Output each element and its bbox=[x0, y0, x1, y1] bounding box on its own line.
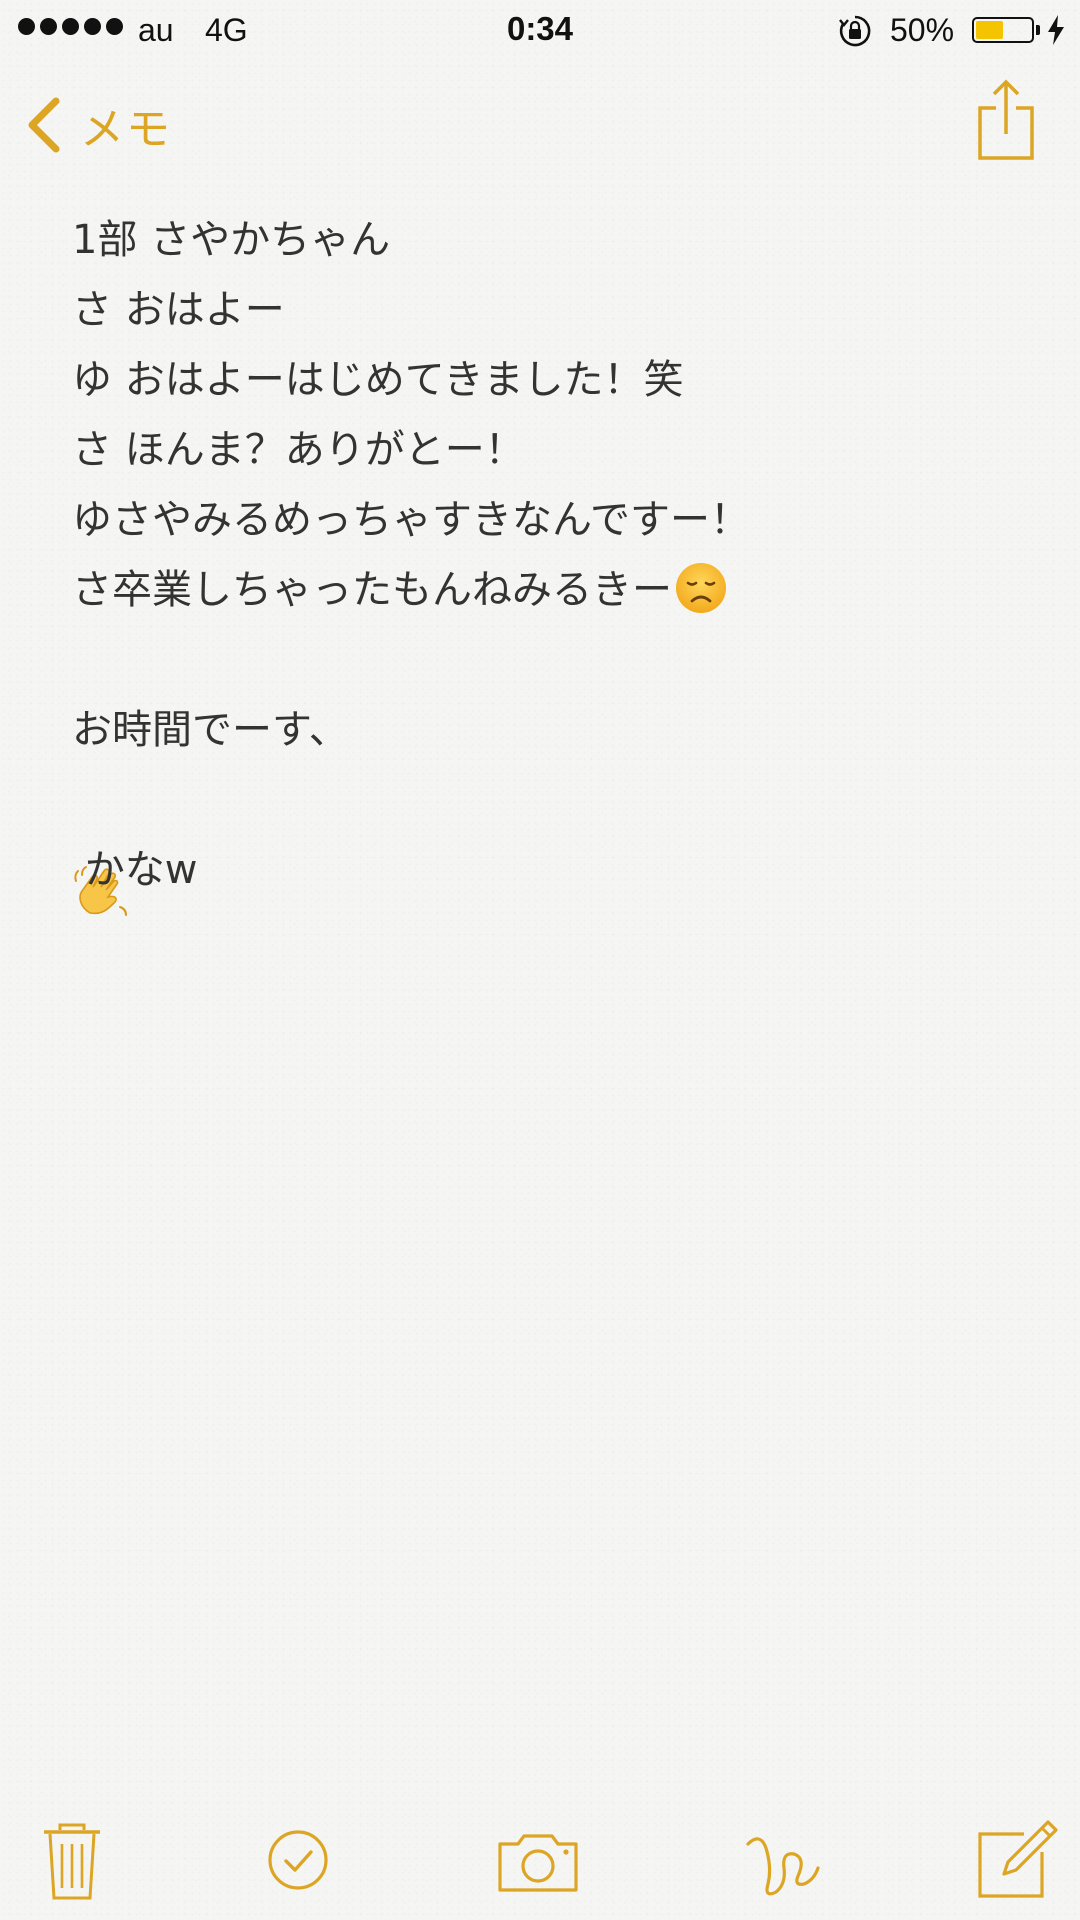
delete-button[interactable] bbox=[30, 1818, 114, 1902]
compose-icon bbox=[978, 1820, 1058, 1898]
checklist-button[interactable] bbox=[256, 1818, 340, 1902]
back-button[interactable]: メモ bbox=[22, 90, 172, 160]
sketch-button[interactable] bbox=[740, 1818, 824, 1902]
camera-icon bbox=[498, 1834, 578, 1892]
camera-button[interactable] bbox=[496, 1818, 580, 1902]
note-line-with-emoji: さ卒業しちゃったもんねみるきー bbox=[72, 555, 1032, 625]
back-button-label: メモ bbox=[80, 104, 172, 155]
note-line: さ ほんま？ありがとー！ bbox=[72, 427, 525, 473]
sketch-icon bbox=[746, 1837, 820, 1896]
note-line-emoji bbox=[72, 765, 1032, 916]
note-line-empty bbox=[72, 625, 1032, 695]
share-icon bbox=[978, 79, 1034, 160]
bottom-toolbar bbox=[0, 1800, 1080, 1920]
rotation-lock-icon bbox=[839, 15, 871, 47]
note-line: ゆ おはよーはじめてきました！笑 bbox=[72, 357, 684, 403]
navigation-bar: メモ bbox=[0, 70, 1080, 170]
status-bar: au 4G 0:34 50% bbox=[0, 0, 1080, 60]
share-button[interactable] bbox=[974, 78, 1038, 162]
note-line: 1部 さやかちゃん bbox=[72, 217, 391, 263]
battery-level-fill bbox=[976, 21, 1003, 39]
note-line: かなw bbox=[72, 847, 198, 893]
disappointed-face-icon bbox=[676, 563, 726, 613]
trash-icon bbox=[44, 1823, 100, 1900]
note-line: さ おはよー bbox=[72, 287, 285, 333]
battery-tip bbox=[1036, 25, 1040, 35]
note-line: ゆさやみるめっちゃすきなんですー！ bbox=[72, 497, 750, 543]
checklist-icon bbox=[268, 1830, 328, 1890]
battery-icon bbox=[972, 17, 1034, 43]
charging-bolt-icon bbox=[1048, 15, 1064, 45]
note-body[interactable]: 1部 さやかちゃん さ おはよー ゆ おはよーはじめてきました！笑 さ ほんま？… bbox=[72, 205, 1032, 916]
chevron-left-icon bbox=[28, 97, 60, 153]
note-line-text: さ卒業しちゃったもんねみるきー bbox=[72, 567, 672, 613]
note-line: お時間でーす、 bbox=[72, 707, 349, 753]
battery-percent: 50% bbox=[890, 12, 955, 48]
compose-button[interactable] bbox=[974, 1818, 1058, 1902]
